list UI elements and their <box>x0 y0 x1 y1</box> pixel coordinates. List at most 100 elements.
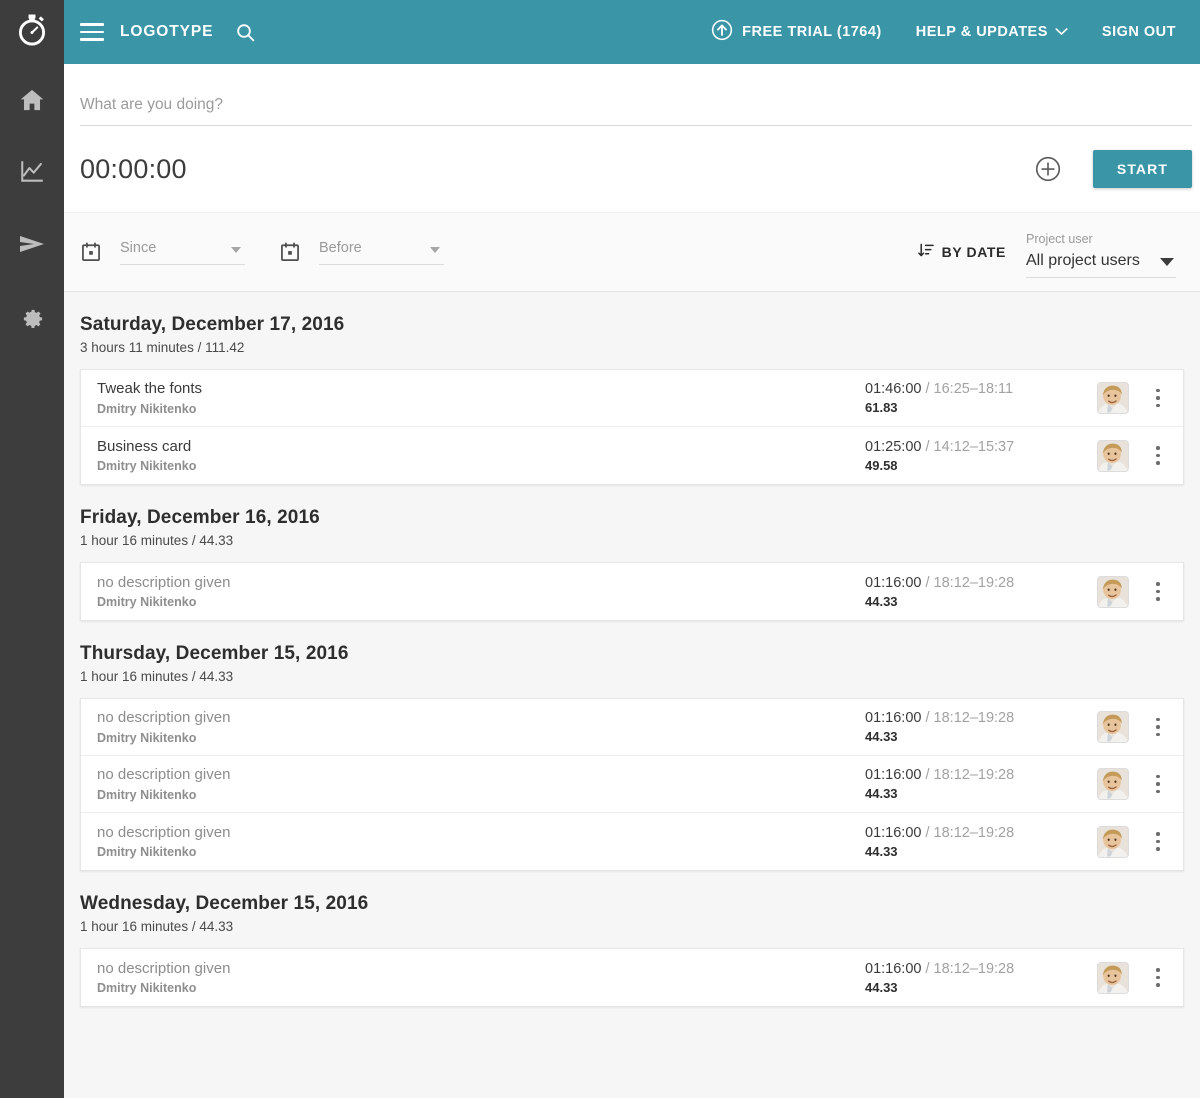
kebab-menu-icon[interactable] <box>1147 575 1169 609</box>
project-user-select[interactable]: All project users <box>1026 252 1176 278</box>
entry-duration[interactable]: 01:16:00 / 18:12–19:28 <box>865 825 1055 841</box>
entry-main: no description given Dmitry Nikitenko <box>97 766 865 802</box>
entry-times: 01:16:00 / 18:12–19:28 44.33 <box>865 961 1055 995</box>
send-icon <box>18 232 46 256</box>
entry-time-range: / 18:12–19:28 <box>921 574 1015 591</box>
entry-time-range: / 18:12–19:28 <box>921 767 1015 783</box>
timer-panel: 00:00:00 START <box>64 64 1200 212</box>
time-entry-row[interactable]: Business card Dmitry Nikitenko 01:25:00 / … <box>81 427 1183 484</box>
entry-duration[interactable]: 01:16:00 / 18:12–19:28 <box>865 961 1055 977</box>
entry-user-name: Dmitry Nikitenko <box>97 459 197 474</box>
caret-down-icon <box>430 246 440 253</box>
entry-times: 01:16:00 / 18:12–19:28 44.33 <box>865 575 1055 609</box>
entry-main: Business card Dmitry Nikitenko <box>97 438 865 474</box>
kebab-menu-icon[interactable] <box>1147 961 1169 995</box>
since-select[interactable]: Since <box>120 240 245 265</box>
chevron-down-icon <box>1055 24 1068 40</box>
time-entry-row[interactable]: no description given Dmitry Nikitenko 01:1… <box>81 949 1183 1006</box>
entry-card: no description given Dmitry Nikitenko 01:1… <box>80 698 1184 871</box>
kebab-menu-icon[interactable] <box>1147 381 1169 415</box>
entry-description[interactable]: no description given <box>97 709 865 728</box>
entry-duration[interactable]: 01:25:00 / 14:12–15:37 <box>865 439 1055 455</box>
kebab-menu-icon[interactable] <box>1147 767 1169 801</box>
day-group: Thursday, December 15, 2016 1 hour 16 min… <box>80 621 1184 871</box>
task-input-wrapper <box>80 92 1192 126</box>
day-group: Friday, December 16, 2016 1 hour 16 minut… <box>80 485 1184 621</box>
day-header: Wednesday, December 15, 2016 1 hour 16 mi… <box>80 893 1184 948</box>
time-entry-row[interactable]: no description given Dmitry Nikitenko 01:1… <box>81 563 1183 620</box>
before-select[interactable]: Before <box>319 240 444 265</box>
entry-duration[interactable]: 01:46:00 / 16:25–18:11 <box>865 381 1055 397</box>
entry-user-name: Dmitry Nikitenko <box>97 981 197 996</box>
help-updates-menu[interactable]: HELP & UPDATES <box>916 24 1068 40</box>
sign-out-button[interactable]: SIGN OUT <box>1102 24 1176 40</box>
entry-card: no description given Dmitry Nikitenko 01:1… <box>80 562 1184 621</box>
sidebar-item-send[interactable] <box>0 208 64 280</box>
entry-duration[interactable]: 01:16:00 / 18:12–19:28 <box>865 710 1055 726</box>
entry-description[interactable]: no description given <box>97 824 865 843</box>
filter-bar: Since Before BY DATE Project user All pr… <box>64 212 1200 292</box>
entry-amount: 44.33 <box>865 786 898 801</box>
entry-amount: 61.83 <box>865 400 898 415</box>
entry-duration[interactable]: 01:16:00 / 18:12–19:28 <box>865 767 1055 783</box>
entry-duration[interactable]: 01:16:00 / 18:12–19:28 <box>865 575 1055 591</box>
kebab-menu-icon[interactable] <box>1147 439 1169 473</box>
entry-duration-value: 01:16:00 <box>865 824 922 841</box>
task-description-input[interactable] <box>80 92 1192 126</box>
day-group: Saturday, December 17, 2016 3 hours 11 mi… <box>80 292 1184 485</box>
day-header: Thursday, December 15, 2016 1 hour 16 min… <box>80 643 1184 698</box>
entry-time-range: / 18:12–19:28 <box>921 824 1015 841</box>
search-icon[interactable] <box>235 22 256 43</box>
time-entry-row[interactable]: Tweak the fonts Dmitry Nikitenko 01:46:00 … <box>81 370 1183 427</box>
entry-duration-value: 01:25:00 <box>865 438 922 455</box>
plus-circle-icon[interactable] <box>1035 156 1061 182</box>
day-summary: 1 hour 16 minutes / 44.33 <box>80 919 234 934</box>
sidebar <box>0 0 64 1098</box>
calendar-icon[interactable] <box>80 241 102 263</box>
sidebar-item-reports[interactable] <box>0 136 64 208</box>
day-header: Friday, December 16, 2016 1 hour 16 minut… <box>80 507 1184 562</box>
day-summary: 3 hours 11 minutes / 111.42 <box>80 340 245 355</box>
entry-times: 01:46:00 / 16:25–18:11 61.83 <box>865 381 1055 415</box>
before-value: Before <box>319 239 362 256</box>
entry-duration-value: 01:16:00 <box>865 574 922 591</box>
day-title: Thursday, December 15, 2016 <box>80 643 349 664</box>
entry-description[interactable]: no description given <box>97 960 865 979</box>
caret-down-icon <box>1160 258 1174 266</box>
kebab-menu-icon[interactable] <box>1147 825 1169 859</box>
time-entry-row[interactable]: no description given Dmitry Nikitenko 01:1… <box>81 813 1183 870</box>
sidebar-item-settings[interactable] <box>0 280 64 352</box>
entry-amount: 44.33 <box>865 843 898 859</box>
app-logo[interactable] <box>0 0 64 64</box>
sidebar-item-home[interactable] <box>0 64 64 136</box>
time-entry-row[interactable]: no description given Dmitry Nikitenko 01:1… <box>81 756 1183 813</box>
entry-duration-value: 01:16:00 <box>865 767 922 783</box>
hamburger-icon[interactable] <box>80 18 108 46</box>
avatar <box>1097 382 1129 414</box>
kebab-menu-icon[interactable] <box>1147 710 1169 744</box>
brand-logotype[interactable]: LOGOTYPE <box>120 23 213 41</box>
entry-main: no description given Dmitry Nikitenko <box>97 574 865 610</box>
entry-card: no description given Dmitry Nikitenko 01:1… <box>80 948 1184 1007</box>
entry-description[interactable]: no description given <box>97 574 865 593</box>
entry-card: Tweak the fonts Dmitry Nikitenko 01:46:00 … <box>80 369 1184 485</box>
time-entry-row[interactable]: no description given Dmitry Nikitenko 01:1… <box>81 699 1183 756</box>
free-trial-button[interactable]: FREE TRIAL (1764) <box>711 19 882 45</box>
project-user-filter: Project user All project users <box>1026 226 1176 278</box>
calendar-icon[interactable] <box>279 241 301 263</box>
entry-duration-value: 01:46:00 <box>865 381 922 397</box>
entry-duration-value: 01:16:00 <box>865 710 922 726</box>
app-root: LOGOTYPE FREE TRIAL (1764) HELP & UPDATE… <box>0 0 1200 1098</box>
sort-by-date-button[interactable]: BY DATE <box>917 243 1006 261</box>
entry-description[interactable]: Tweak the fonts <box>97 380 865 399</box>
stopwatch-icon <box>17 14 47 51</box>
timer-row: 00:00:00 START <box>80 126 1192 212</box>
entry-description[interactable]: no description given <box>97 766 865 785</box>
day-group: Wednesday, December 15, 2016 1 hour 16 mi… <box>80 871 1184 1007</box>
main-column: LOGOTYPE FREE TRIAL (1764) HELP & UPDATE… <box>64 0 1200 1098</box>
start-button[interactable]: START <box>1092 150 1192 188</box>
entry-description[interactable]: Business card <box>97 438 865 457</box>
caret-down-icon <box>231 246 241 253</box>
entry-time-range: / 18:12–19:28 <box>921 960 1015 977</box>
chart-line-icon <box>19 159 45 185</box>
